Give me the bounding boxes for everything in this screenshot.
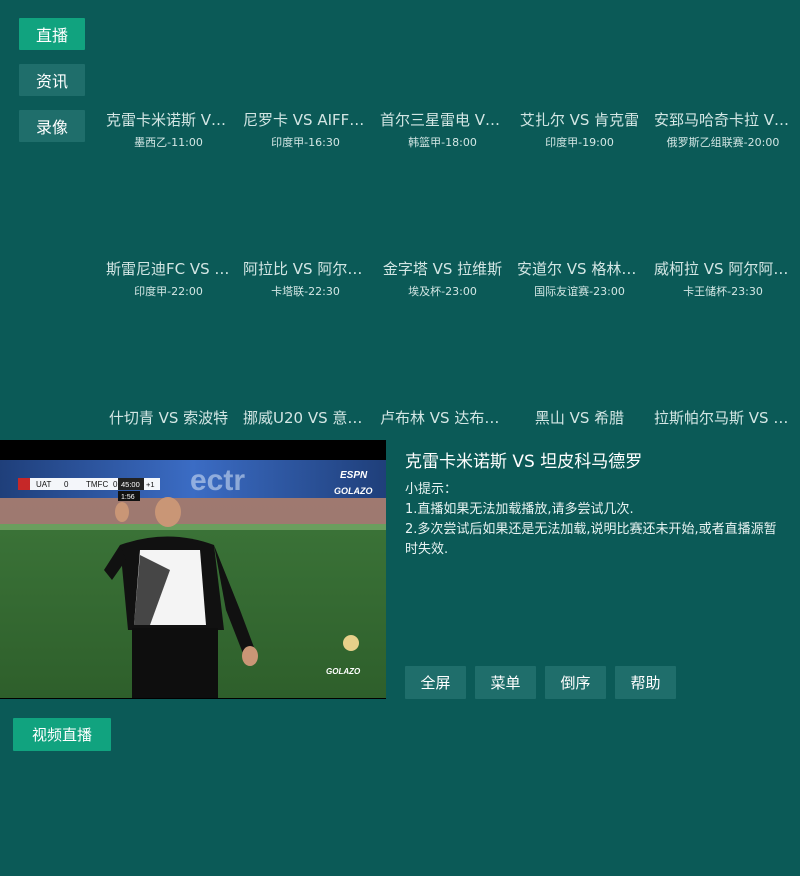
match-title: 艾扎尔 VS 肯克雷 [519,111,640,129]
match-card[interactable]: 安道尔 VS 格林纳达国际友谊赛-23:00 [511,257,648,299]
match-title: 拉斯帕尔马斯 VS 瓦伦西亚 [654,409,798,427]
match-card[interactable]: 斯雷尼迪FC VS 加尔印度甲-22:00 [100,257,237,299]
nav-live-tab[interactable]: 直播 [19,18,85,50]
match-grid: 克雷卡米诺斯 VS 坦皮科马德罗墨西乙-11:00 尼罗卡 VS AIFF精英印… [100,108,800,440]
video-player[interactable]: ectr UAT 0 TMFC 0 45:00 +1 1:56 ESPN GOL… [0,440,386,699]
espn-logo: ESPN [340,470,368,481]
menu-button[interactable]: 菜单 [475,666,536,699]
match-info: 克雷卡米诺斯 VS 坦皮科马德罗 小提示： 1.直播如果无法加载播放,请多尝试几… [405,450,785,560]
match-league-time: 印度甲-16:30 [271,136,340,149]
player-actions: 全屏 菜单 倒序 帮助 [405,666,676,699]
match-card[interactable]: 阿拉比 VS 阿尔萨德卡塔联-22:30 [237,257,374,299]
tip-heading: 小提示： [405,482,458,497]
reverse-order-button[interactable]: 倒序 [545,666,606,699]
match-card[interactable]: 金字塔 VS 拉维斯埃及杯-23:00 [374,257,511,299]
side-nav: 直播 资讯 录像 [19,18,85,156]
match-card[interactable]: 卢布林 VS 达布罗瓦 [374,406,511,432]
match-card[interactable]: 首尔三星雷电 VS 大邱韩篮甲-18:00 [374,108,511,150]
fullscreen-button[interactable]: 全屏 [405,666,466,699]
referee-head [155,497,181,527]
match-card[interactable]: 黑山 VS 希腊 [511,406,648,432]
match-title: 安道尔 VS 格林纳达 [517,260,648,278]
match-title: 金字塔 VS 拉维斯 [382,260,503,278]
team-a-score: 0 [64,480,69,489]
nav-replay-tab[interactable]: 录像 [19,110,85,142]
match-title: 什切青 VS 索波特 [108,409,229,427]
match-league-time: 国际友谊赛-23:00 [534,285,625,298]
current-match-title: 克雷卡米诺斯 VS 坦皮科马德罗 [405,452,643,472]
match-league-time: 俄罗斯乙组联赛-20:00 [666,136,780,149]
team-a-name: UAT [36,480,52,489]
team-b-name: TMFC [86,480,108,489]
match-title: 阿拉比 VS 阿尔萨德 [243,260,374,278]
match-title: 威柯拉 VS 阿尔阿赫利 [654,260,798,278]
match-league-time: 埃及杯-23:00 [408,285,477,298]
match-card[interactable]: 什切青 VS 索波特 [100,406,237,432]
match-card[interactable]: 艾扎尔 VS 肯克雷印度甲-19:00 [511,108,648,150]
added-time: +1 [146,480,155,489]
match-clock: 45:00 [121,480,140,489]
match-title: 挪威U20 VS 意大利U20 [243,409,374,427]
match-league-time: 卡王储杯-23:30 [683,285,763,298]
match-league-time: 韩篮甲-18:00 [408,136,477,149]
nav-news-tab[interactable]: 资讯 [19,64,85,96]
match-league-time: 卡塔联-22:30 [271,285,340,298]
tip-line-2: 2.多次尝试后如果还是无法加载,说明比赛还未开始,或者直播源暂时失效. [405,522,777,557]
match-league-time: 墨西乙-11:00 [134,136,203,149]
video-live-button[interactable]: 视频直播 [13,718,111,751]
team-b-score: 0 [113,480,118,489]
sub-clock: 1:56 [121,494,135,501]
watermark-logo: GOLAZO [334,486,373,496]
match-card[interactable]: 尼罗卡 VS AIFF精英印度甲-16:30 [237,108,374,150]
video-frame: ectr UAT 0 TMFC 0 45:00 +1 1:56 ESPN GOL… [0,460,386,698]
tip-line-1: 1.直播如果无法加载播放,请多尝试几次. [405,502,634,517]
mascot-logo [343,635,359,651]
match-card[interactable]: 拉斯帕尔马斯 VS 瓦伦西亚 [648,406,798,432]
match-card[interactable]: 挪威U20 VS 意大利U20 [237,406,374,432]
match-card[interactable]: 威柯拉 VS 阿尔阿赫利卡王储杯-23:30 [648,257,798,299]
watermark-bottom: GOLAZO [326,667,361,676]
match-title: 首尔三星雷电 VS 大邱 [380,111,511,129]
match-card[interactable]: 克雷卡米诺斯 VS 坦皮科马德罗墨西乙-11:00 [100,108,237,150]
match-title: 卢布林 VS 达布罗瓦 [380,409,511,427]
match-league-time: 印度甲-22:00 [134,285,203,298]
match-title: 尼罗卡 VS AIFF精英 [243,111,374,129]
match-title: 斯雷尼迪FC VS 加尔 [106,260,237,278]
match-league-time: 印度甲-19:00 [545,136,614,149]
svg-text:ectr: ectr [190,464,245,497]
match-title: 安郅马哈奇卡拉 VS 新星 [654,111,798,129]
match-title: 黑山 VS 希腊 [534,409,625,427]
help-button[interactable]: 帮助 [615,666,676,699]
match-title: 克雷卡米诺斯 VS 坦皮科马德罗 [106,111,237,129]
match-card[interactable]: 安郅马哈奇卡拉 VS 新星俄罗斯乙组联赛-20:00 [648,108,798,150]
